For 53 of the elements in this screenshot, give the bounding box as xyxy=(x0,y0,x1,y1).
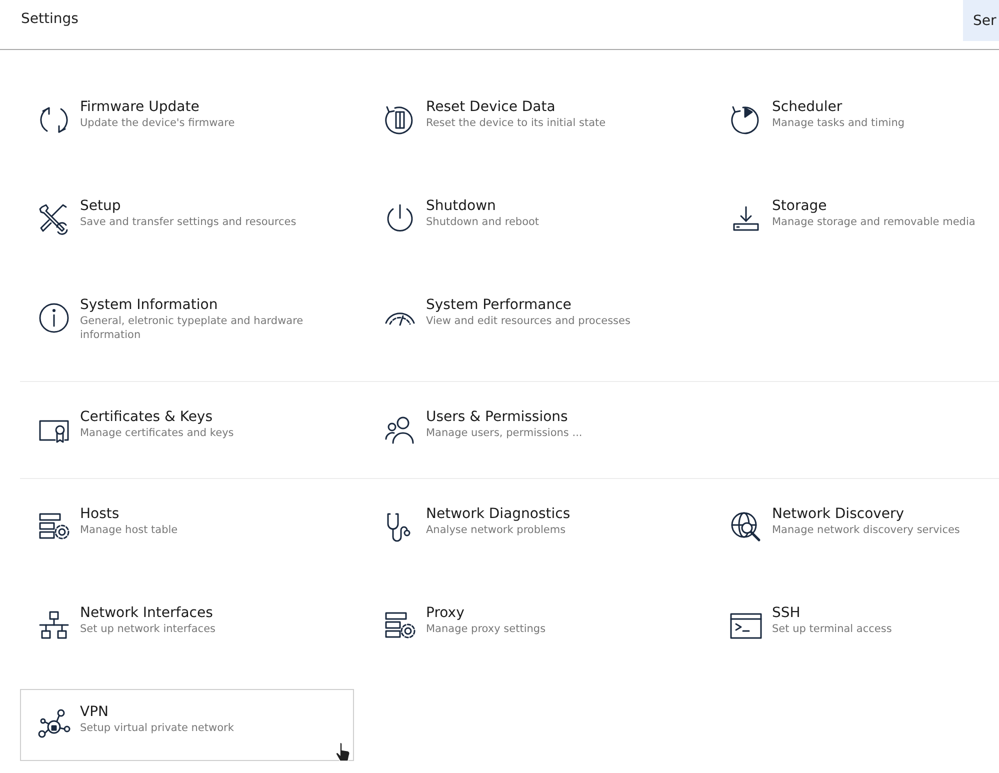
tile-title: Proxy xyxy=(426,605,466,622)
settings-tile[interactable]: Firmware Update Update the device's firmware xyxy=(20,84,354,156)
settings-tile[interactable]: Shutdown Shutdown and reboot xyxy=(366,183,700,255)
settings-tile[interactable]: VPN Setup virtual private network xyxy=(20,689,354,762)
tile-description: Setup virtual private network xyxy=(80,722,234,736)
tab[interactable]: Ser xyxy=(963,0,999,41)
settings-tile[interactable]: Setup Save and transfer settings and resources xyxy=(20,183,354,255)
tile-title: Network Discovery xyxy=(772,506,906,522)
tile-title: Network Diagnostics xyxy=(426,506,570,522)
tile-title: System Information xyxy=(80,297,219,313)
settings-tile[interactable]: SSH Set up terminal access xyxy=(712,590,999,662)
tile-description: Manage network discovery services xyxy=(772,524,960,538)
tile-description: Reset the device to its initial state xyxy=(426,117,606,131)
tile-title: Users & Permissions xyxy=(426,409,569,426)
tile-title: System Performance xyxy=(426,297,572,313)
tile-description: Manage users, permissions ... xyxy=(426,427,582,441)
page-title: Settings xyxy=(20,10,78,27)
tile-title: Certificates & Keys xyxy=(80,409,214,426)
tile-description: Manage tasks and timing xyxy=(772,117,905,131)
settings-tile[interactable]: Storage Manage storage and removable media xyxy=(712,183,999,255)
tile-description: Manage proxy settings xyxy=(426,623,546,637)
tile-description: Analyse network problems xyxy=(426,524,567,538)
tile-description: Manage storage and removable media xyxy=(772,216,976,230)
settings-tile[interactable]: System Performance View and edit resources and processes xyxy=(366,282,700,356)
tile-description: Manage certificates and keys xyxy=(80,427,234,441)
settings-tile[interactable]: Network Discovery Manage network discovery services xyxy=(712,491,999,564)
settings-tile[interactable]: Hosts Manage host table xyxy=(20,491,354,564)
tile-description: Set up network interfaces xyxy=(80,623,216,637)
settings-tile[interactable]: System Information General, eletronic typeplate and hardware information xyxy=(20,282,354,356)
tile-title: Reset Device Data xyxy=(426,99,556,115)
tile-title: Firmware Update xyxy=(80,99,200,115)
tile-description: Update the device's firmware xyxy=(80,117,235,131)
tile-description: View and edit resources and processes xyxy=(426,315,630,329)
tile-description: Set up terminal access xyxy=(772,623,892,637)
tile-description: Manage host table xyxy=(80,524,178,538)
tile-title: Scheduler xyxy=(772,99,844,115)
settings-tile[interactable]: Scheduler Manage tasks and timing xyxy=(712,84,999,156)
tile-title: SSH xyxy=(772,605,802,622)
tile-title: VPN xyxy=(80,704,110,720)
settings-tile[interactable]: Proxy Manage proxy settings xyxy=(366,590,700,662)
tile-description: Save and transfer settings and resources xyxy=(80,216,296,230)
tile-title: Network Interfaces xyxy=(80,605,214,622)
settings-tile[interactable]: Reset Device Data Reset the device to its initial state xyxy=(366,84,700,156)
tile-title: Storage xyxy=(772,198,828,214)
settings-tile[interactable]: Certificates & Keys Manage certificates and keys xyxy=(20,394,354,466)
settings-tile[interactable]: Network Interfaces Set up network interfaces xyxy=(20,590,354,662)
settings-tile[interactable]: Users & Permissions Manage users, permissions ... xyxy=(366,394,700,466)
tile-description: General, eletronic typeplate and hardware information xyxy=(80,315,304,342)
settings-tile[interactable]: Network Diagnostics Analyse network problems xyxy=(366,491,700,564)
tile-description: Shutdown and reboot xyxy=(426,216,540,230)
tile-title: Shutdown xyxy=(426,198,497,214)
tile-title: Hosts xyxy=(80,506,120,522)
tile-title: Setup xyxy=(80,198,122,214)
